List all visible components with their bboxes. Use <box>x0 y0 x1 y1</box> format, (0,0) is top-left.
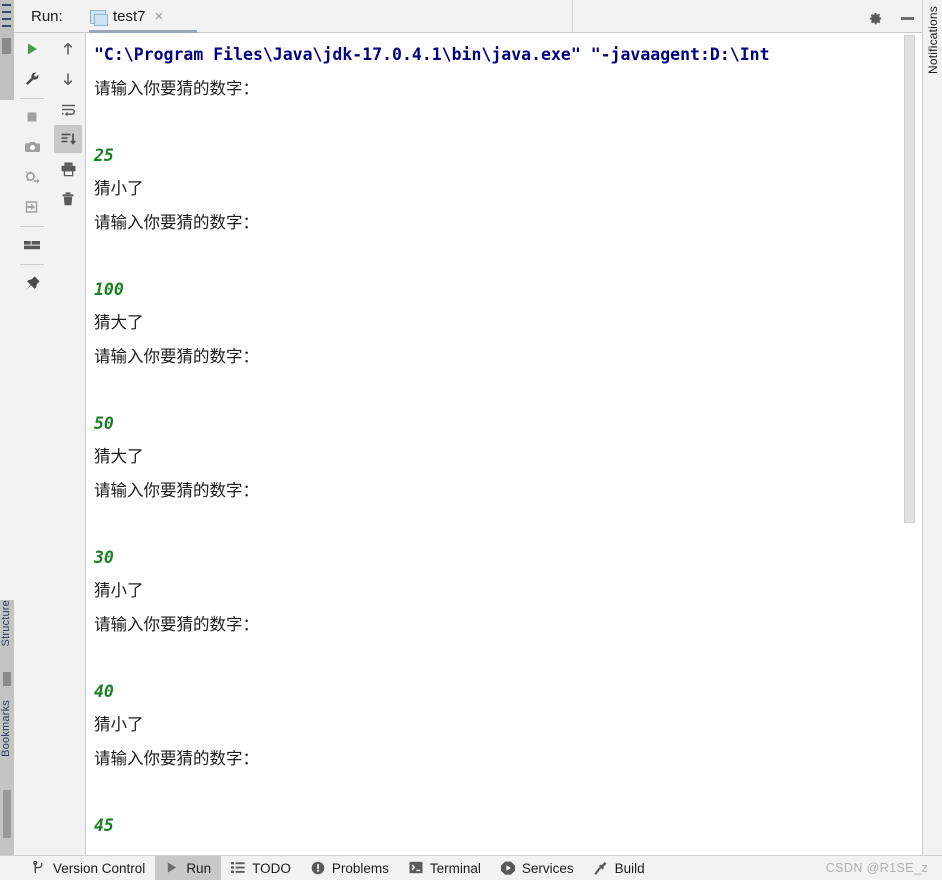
console-line: 请输入你要猜的数字： <box>94 78 259 98</box>
console-line: 请输入你要猜的数字： <box>94 480 259 500</box>
status-todo-label: TODO <box>252 860 291 876</box>
status-terminal-label: Terminal <box>429 860 481 876</box>
gear-icon[interactable] <box>864 8 886 28</box>
left-strip-marker-3 <box>3 790 11 838</box>
print-button[interactable] <box>54 155 82 183</box>
console-output-panel[interactable]: "C:\Program Files\Java\jdk-17.0.4.1\bin\… <box>86 33 922 855</box>
bookmarks-tool-label[interactable]: Bookmarks <box>0 700 12 757</box>
toolbar-separator-1 <box>20 98 44 99</box>
run-toolbar-secondary <box>50 33 86 855</box>
status-todo[interactable]: TODO <box>221 856 301 880</box>
console-input-value: 40 <box>94 681 114 701</box>
left-strip-marker-2 <box>3 672 11 686</box>
run-window-label: Run: <box>31 8 63 25</box>
stop-button[interactable] <box>18 103 46 131</box>
run-tab-test7[interactable]: test7 × <box>84 0 171 33</box>
run-configuration-icon <box>90 9 108 26</box>
intellij-run-window: Structure Bookmarks Run: test7 × Notific… <box>0 0 942 880</box>
run-toolwindow-header: Run: test7 × <box>14 0 942 33</box>
camera-screenshot-button[interactable] <box>18 133 46 161</box>
console-line: 猜大了 <box>94 447 144 466</box>
trash-button[interactable] <box>54 185 82 213</box>
status-run[interactable]: Run <box>155 855 222 880</box>
status-services[interactable]: Services <box>491 856 584 880</box>
export-button[interactable] <box>18 193 46 221</box>
left-strip-marker <box>2 38 11 54</box>
console-line: 请输入你要猜的数字： <box>94 748 259 768</box>
list-icon <box>231 861 246 876</box>
wrench-settings-button[interactable] <box>18 65 46 93</box>
warning-icon <box>311 861 326 876</box>
services-icon <box>500 861 516 876</box>
down-arrow-button[interactable] <box>54 65 82 93</box>
header-divider <box>572 0 573 33</box>
status-version-control-label: Version Control <box>53 860 146 876</box>
status-run-label: Run <box>186 860 212 876</box>
notifications-label[interactable]: Notifications <box>926 6 940 74</box>
status-terminal[interactable]: Terminal <box>399 856 491 880</box>
left-tool-strip: Structure Bookmarks <box>0 0 14 855</box>
console-line: 请输入你要猜的数字： <box>94 614 259 634</box>
toolbar-separator-3 <box>20 264 44 265</box>
console-input-value: 30 <box>94 547 114 567</box>
pin-button[interactable] <box>18 269 46 297</box>
console-line: 请输入你要猜的数字： <box>94 212 259 232</box>
rerun-button[interactable] <box>18 35 46 63</box>
layout-button[interactable] <box>18 231 46 259</box>
console-scrollbar-track[interactable] <box>904 33 919 855</box>
console-input-value: 25 <box>94 145 114 165</box>
run-toolbar-primary <box>14 33 50 855</box>
close-icon[interactable]: × <box>155 9 164 24</box>
console-input-value: 45 <box>94 815 114 835</box>
console-input-value: 50 <box>94 413 114 433</box>
status-problems[interactable]: Problems <box>301 856 399 880</box>
scroll-to-end-button[interactable] <box>54 125 82 153</box>
run-tab-label: test7 <box>113 8 146 25</box>
status-services-label: Services <box>521 860 574 876</box>
structure-tool-label[interactable]: Structure <box>0 600 12 646</box>
left-strip-lines-icon <box>2 4 12 32</box>
status-problems-label: Problems <box>331 860 389 876</box>
toolbar-separator-2 <box>20 226 44 227</box>
console-input-value: 100 <box>94 279 124 299</box>
play-icon <box>165 861 180 876</box>
soft-wrap-button[interactable] <box>54 95 82 123</box>
branch-icon <box>32 860 47 876</box>
console-line: 猜小了 <box>94 179 144 198</box>
watermark: CSDN @R1SE_z <box>825 861 928 875</box>
minimize-icon[interactable] <box>896 8 918 28</box>
up-arrow-button[interactable] <box>54 35 82 63</box>
status-version-control[interactable]: Version Control <box>22 856 155 880</box>
status-bar: Version Control Run TODO Problems Terminal Se… <box>0 855 942 880</box>
hammer-icon <box>594 861 609 876</box>
console-line: 猜小了 <box>94 715 144 734</box>
console-lines: "C:\Program Files\Java\jdk-17.0.4.1\bin\… <box>86 33 922 842</box>
minimize-dash <box>900 16 914 20</box>
status-build[interactable]: Build <box>584 856 655 880</box>
console-line: 猜小了 <box>94 581 144 600</box>
terminal-icon <box>409 861 424 876</box>
console-line: 猜大了 <box>94 313 144 332</box>
status-build-label: Build <box>614 860 645 876</box>
left-strip-lower-blank <box>0 100 14 600</box>
debug-rerun-button[interactable] <box>18 163 46 191</box>
notifications-strip[interactable]: Notifications <box>922 0 942 855</box>
console-scrollbar-thumb[interactable] <box>904 35 915 523</box>
console-line: 请输入你要猜的数字： <box>94 346 259 366</box>
console-line: "C:\Program Files\Java\jdk-17.0.4.1\bin\… <box>94 45 770 64</box>
